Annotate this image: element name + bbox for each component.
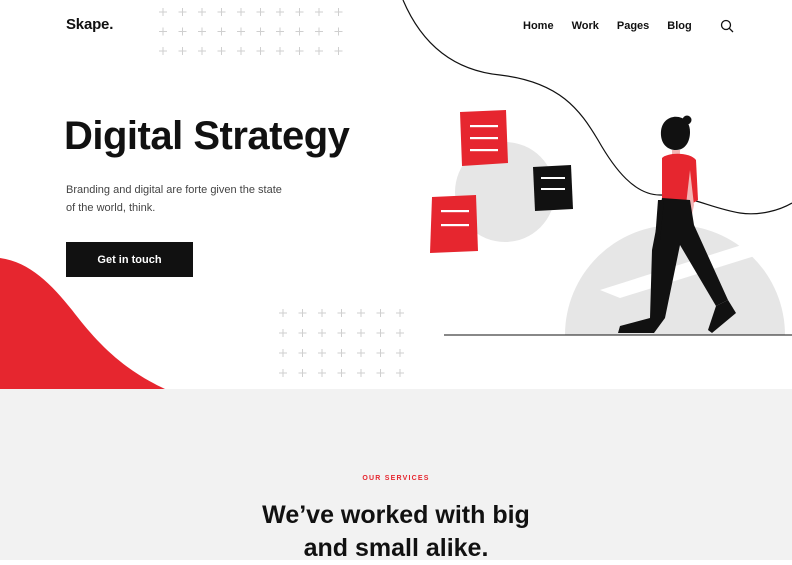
get-in-touch-button[interactable]: Get in touch <box>66 242 193 277</box>
brand-logo[interactable]: Skape. <box>66 16 113 33</box>
note-card-icon <box>533 165 573 211</box>
services-section: OUR SERVICES We’ve worked with big and s… <box>0 389 792 562</box>
nav-item-pages[interactable]: Pages <box>617 20 649 32</box>
nav-item-blog[interactable]: Blog <box>667 20 691 32</box>
search-icon[interactable] <box>720 19 734 33</box>
nav-item-work[interactable]: Work <box>572 20 599 32</box>
plus-pattern-decoration <box>159 8 343 55</box>
note-card-icon <box>460 110 508 166</box>
hero-section: Skape. Home Work Pages Blog Digital Stra… <box>0 0 792 389</box>
services-heading: We’ve worked with big and small alike. <box>0 499 792 565</box>
services-eyebrow: OUR SERVICES <box>362 475 430 482</box>
page-title: Digital Strategy <box>64 114 350 158</box>
hero-subtitle: Branding and digital are forte given the… <box>66 184 282 214</box>
red-blob-shape <box>0 258 165 389</box>
nav-item-home[interactable]: Home <box>523 20 554 32</box>
main-nav: Home Work Pages Blog <box>523 19 734 33</box>
plus-pattern-decoration <box>279 309 404 377</box>
services-heading-line: and small alike. <box>303 534 489 562</box>
services-heading-line: We’ve worked with big <box>262 501 530 529</box>
note-card-icon <box>430 195 478 253</box>
